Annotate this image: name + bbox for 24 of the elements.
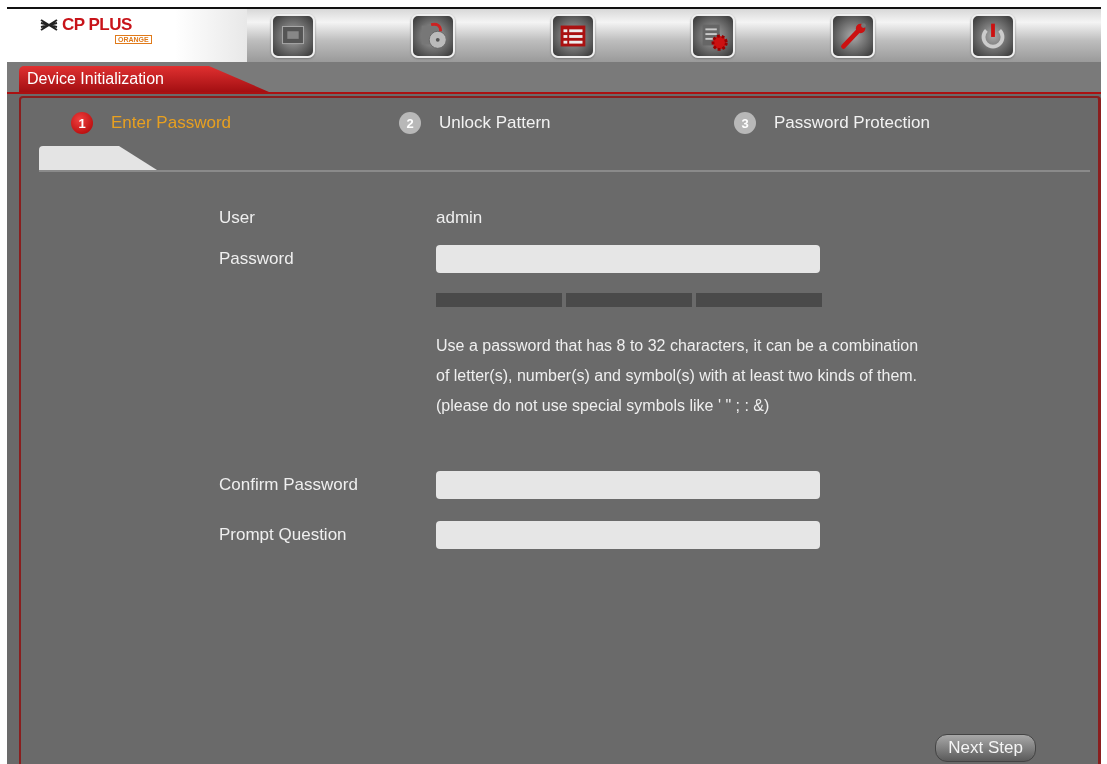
logo-brand: CP PLUS	[62, 15, 132, 35]
window-title: Device Initialization	[19, 66, 269, 92]
logo-icon	[39, 18, 59, 32]
field-label: Prompt Question	[218, 525, 348, 545]
step-number: 1	[71, 112, 93, 134]
step-number: 3	[734, 112, 756, 134]
password-field[interactable]	[436, 521, 820, 549]
password-field[interactable]	[436, 471, 820, 499]
step-label: Enter Password	[111, 113, 231, 133]
step-number: 2	[399, 112, 421, 134]
field-label: Confirm Password	[218, 475, 359, 495]
field-label: User	[218, 208, 256, 228]
field-value: admin	[436, 208, 483, 228]
field-label: Password	[218, 249, 295, 269]
step-label: Unlock Pattern	[439, 113, 551, 133]
password-field[interactable]	[436, 245, 820, 273]
password-hint: Use a password that has 8 to 32 characters, it can be a combination of letter(s), number(s) and symbol(s) with at least two kinds of them.(please do not use special symbols like ' " ; : &)	[436, 336, 920, 416]
monitor-icon[interactable]	[271, 13, 315, 58]
next-step-button[interactable]: Next Step	[935, 734, 1036, 762]
gear-icon[interactable]	[691, 13, 735, 58]
wrench-icon[interactable]	[831, 13, 875, 58]
step-label: Password Protection	[774, 113, 930, 133]
list-icon[interactable]	[551, 13, 595, 58]
power-icon[interactable]	[971, 13, 1015, 58]
